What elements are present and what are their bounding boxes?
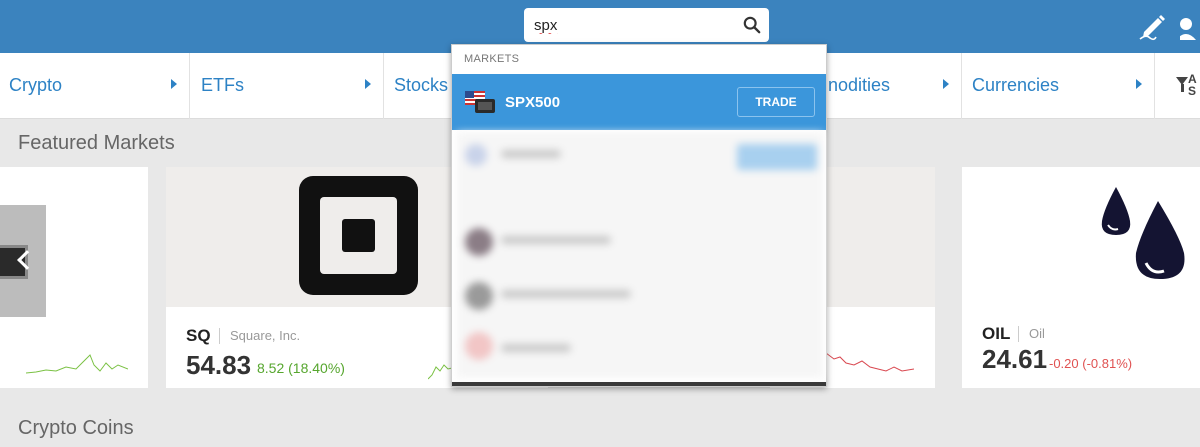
market-symbol: SQ	[186, 326, 211, 345]
category-crypto[interactable]: Crypto	[0, 53, 190, 119]
market-price: 54.83	[186, 350, 252, 380]
section-title-crypto: Crypto Coins	[18, 417, 134, 439]
pencil-icon[interactable]	[1136, 8, 1170, 42]
sparkline-chart	[826, 352, 914, 372]
market-card-oil[interactable]: OIL Oil 24.61 -0.20 (-0.81%)	[962, 167, 1200, 388]
chevron-right-icon	[943, 79, 949, 89]
market-name: Oil	[1029, 326, 1045, 341]
carousel-prev-button[interactable]	[0, 205, 46, 317]
search-result-spx500[interactable]: SPX500 TRADE	[452, 74, 826, 130]
divider	[219, 328, 220, 344]
search-box[interactable]	[524, 8, 769, 42]
oil-drops-image	[962, 167, 1200, 307]
results-section-heading: MARKETS	[464, 53, 520, 65]
chevron-right-icon	[365, 79, 371, 89]
category-currencies[interactable]: Currencies	[963, 53, 1155, 119]
dropdown-bottom-bar	[452, 382, 826, 386]
category-label: Stocks	[394, 75, 449, 95]
oil-drop-icon	[1101, 187, 1185, 279]
category-etfs[interactable]: ETFs	[192, 53, 384, 119]
section-title-featured: Featured Markets	[18, 132, 175, 154]
chevron-right-icon	[171, 79, 177, 89]
us-flag-icon	[465, 91, 495, 113]
filter-icon	[1176, 77, 1188, 92]
blurred-results	[457, 132, 823, 378]
category-label: nodities	[828, 75, 891, 95]
market-change: 8.52 (18.40%)	[257, 360, 345, 376]
search-results-dropdown: MARKETS SPX500 TRADE	[451, 44, 827, 387]
trade-button[interactable]: TRADE	[737, 87, 815, 117]
market-change: -0.20 (-0.81%)	[1049, 356, 1133, 371]
square-logo-icon	[299, 176, 418, 295]
search-input[interactable]	[534, 8, 734, 42]
user-icon[interactable]	[1180, 10, 1200, 40]
filter-button[interactable]: A S	[1158, 53, 1200, 119]
category-label: Crypto	[9, 75, 63, 95]
market-price: 24.61	[982, 344, 1048, 374]
market-name: Square, Inc.	[230, 328, 301, 343]
filter-label: A S	[1188, 73, 1197, 97]
divider	[1018, 326, 1019, 342]
category-label: ETFs	[201, 75, 244, 95]
search-icon[interactable]	[743, 16, 761, 34]
sparkline-chart	[26, 354, 128, 374]
market-symbol: OIL	[982, 324, 1011, 343]
chevron-right-icon	[1136, 79, 1142, 89]
result-symbol: SPX500	[505, 94, 561, 111]
category-label: Currencies	[972, 75, 1060, 95]
